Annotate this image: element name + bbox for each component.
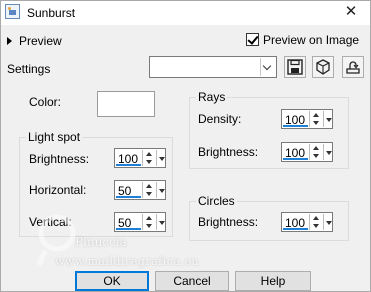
preview-label: Preview [19, 34, 62, 48]
spin-updown-icon[interactable] [142, 214, 154, 230]
save-preset-button[interactable] [284, 56, 306, 78]
chevron-down-icon[interactable] [260, 58, 275, 76]
circles-brightness-slider[interactable] [283, 228, 308, 230]
light-spot-brightness-slider[interactable] [116, 164, 141, 166]
app-icon [5, 4, 20, 19]
light-spot-brightness-spinner[interactable]: 100 [114, 148, 166, 168]
help-button[interactable]: Help [235, 271, 311, 291]
light-spot-brightness-label: Brightness: [29, 152, 90, 166]
density-label: Density: [198, 112, 242, 126]
slider-dropdown-icon[interactable] [156, 150, 165, 166]
horizontal-spinner[interactable]: 50 [114, 180, 166, 200]
vertical-label: Vertical: [29, 215, 72, 229]
ok-button[interactable]: OK [75, 271, 149, 291]
title-bar[interactable]: Sunburst ✕ [1, 1, 370, 25]
spin-updown-icon[interactable] [142, 182, 154, 198]
window-title: Sunburst [27, 6, 76, 20]
vertical-spinner[interactable]: 50 [114, 212, 166, 232]
rays-title: Rays [196, 90, 228, 104]
watermark-url: www.maildiregrafica.eu [55, 255, 200, 268]
color-label: Color: [29, 95, 62, 109]
circles-title: Circles [196, 194, 237, 208]
slider-dropdown-icon[interactable] [156, 182, 165, 198]
slider-dropdown-icon[interactable] [156, 214, 165, 230]
slider-dropdown-icon[interactable] [323, 144, 332, 160]
spin-updown-icon[interactable] [309, 111, 321, 127]
save-icon [287, 59, 303, 75]
cancel-button[interactable]: Cancel [155, 271, 229, 291]
rays-brightness-spinner[interactable]: 100 [281, 142, 333, 162]
watermark-name: Pinuccia [75, 235, 127, 249]
circles-brightness-spinner[interactable]: 100 [281, 212, 333, 232]
slider-dropdown-icon[interactable] [323, 111, 332, 127]
reset-button[interactable] [312, 56, 334, 78]
settings-label: Settings [7, 62, 51, 76]
expand-arrow-icon [7, 37, 12, 45]
sunburst-dialog: Sunburst ✕ Preview Preview on Image Sett… [0, 0, 371, 292]
spin-updown-icon[interactable] [309, 144, 321, 160]
density-spinner[interactable]: 100 [281, 109, 333, 129]
light-spot-title: Light spot [26, 130, 83, 144]
slider-dropdown-icon[interactable] [323, 214, 332, 230]
horizontal-label: Horizontal: [29, 183, 87, 197]
reset-defaults-icon [346, 61, 360, 74]
density-slider[interactable] [283, 125, 308, 127]
spin-updown-icon[interactable] [142, 150, 154, 166]
cube-icon [316, 59, 330, 75]
preview-on-image-label: Preview on Image [263, 33, 360, 47]
horizontal-slider[interactable] [116, 196, 141, 198]
circles-brightness-label: Brightness: [198, 215, 259, 229]
spin-updown-icon[interactable] [309, 214, 321, 230]
load-preset-button[interactable] [342, 56, 364, 78]
color-swatch[interactable] [97, 91, 155, 117]
checkbox-checked-icon[interactable] [246, 33, 259, 46]
vertical-slider[interactable] [116, 228, 141, 230]
close-button[interactable]: ✕ [340, 3, 362, 21]
settings-dropdown[interactable] [149, 56, 277, 78]
rays-brightness-slider[interactable] [283, 158, 308, 160]
rays-brightness-label: Brightness: [198, 145, 259, 159]
